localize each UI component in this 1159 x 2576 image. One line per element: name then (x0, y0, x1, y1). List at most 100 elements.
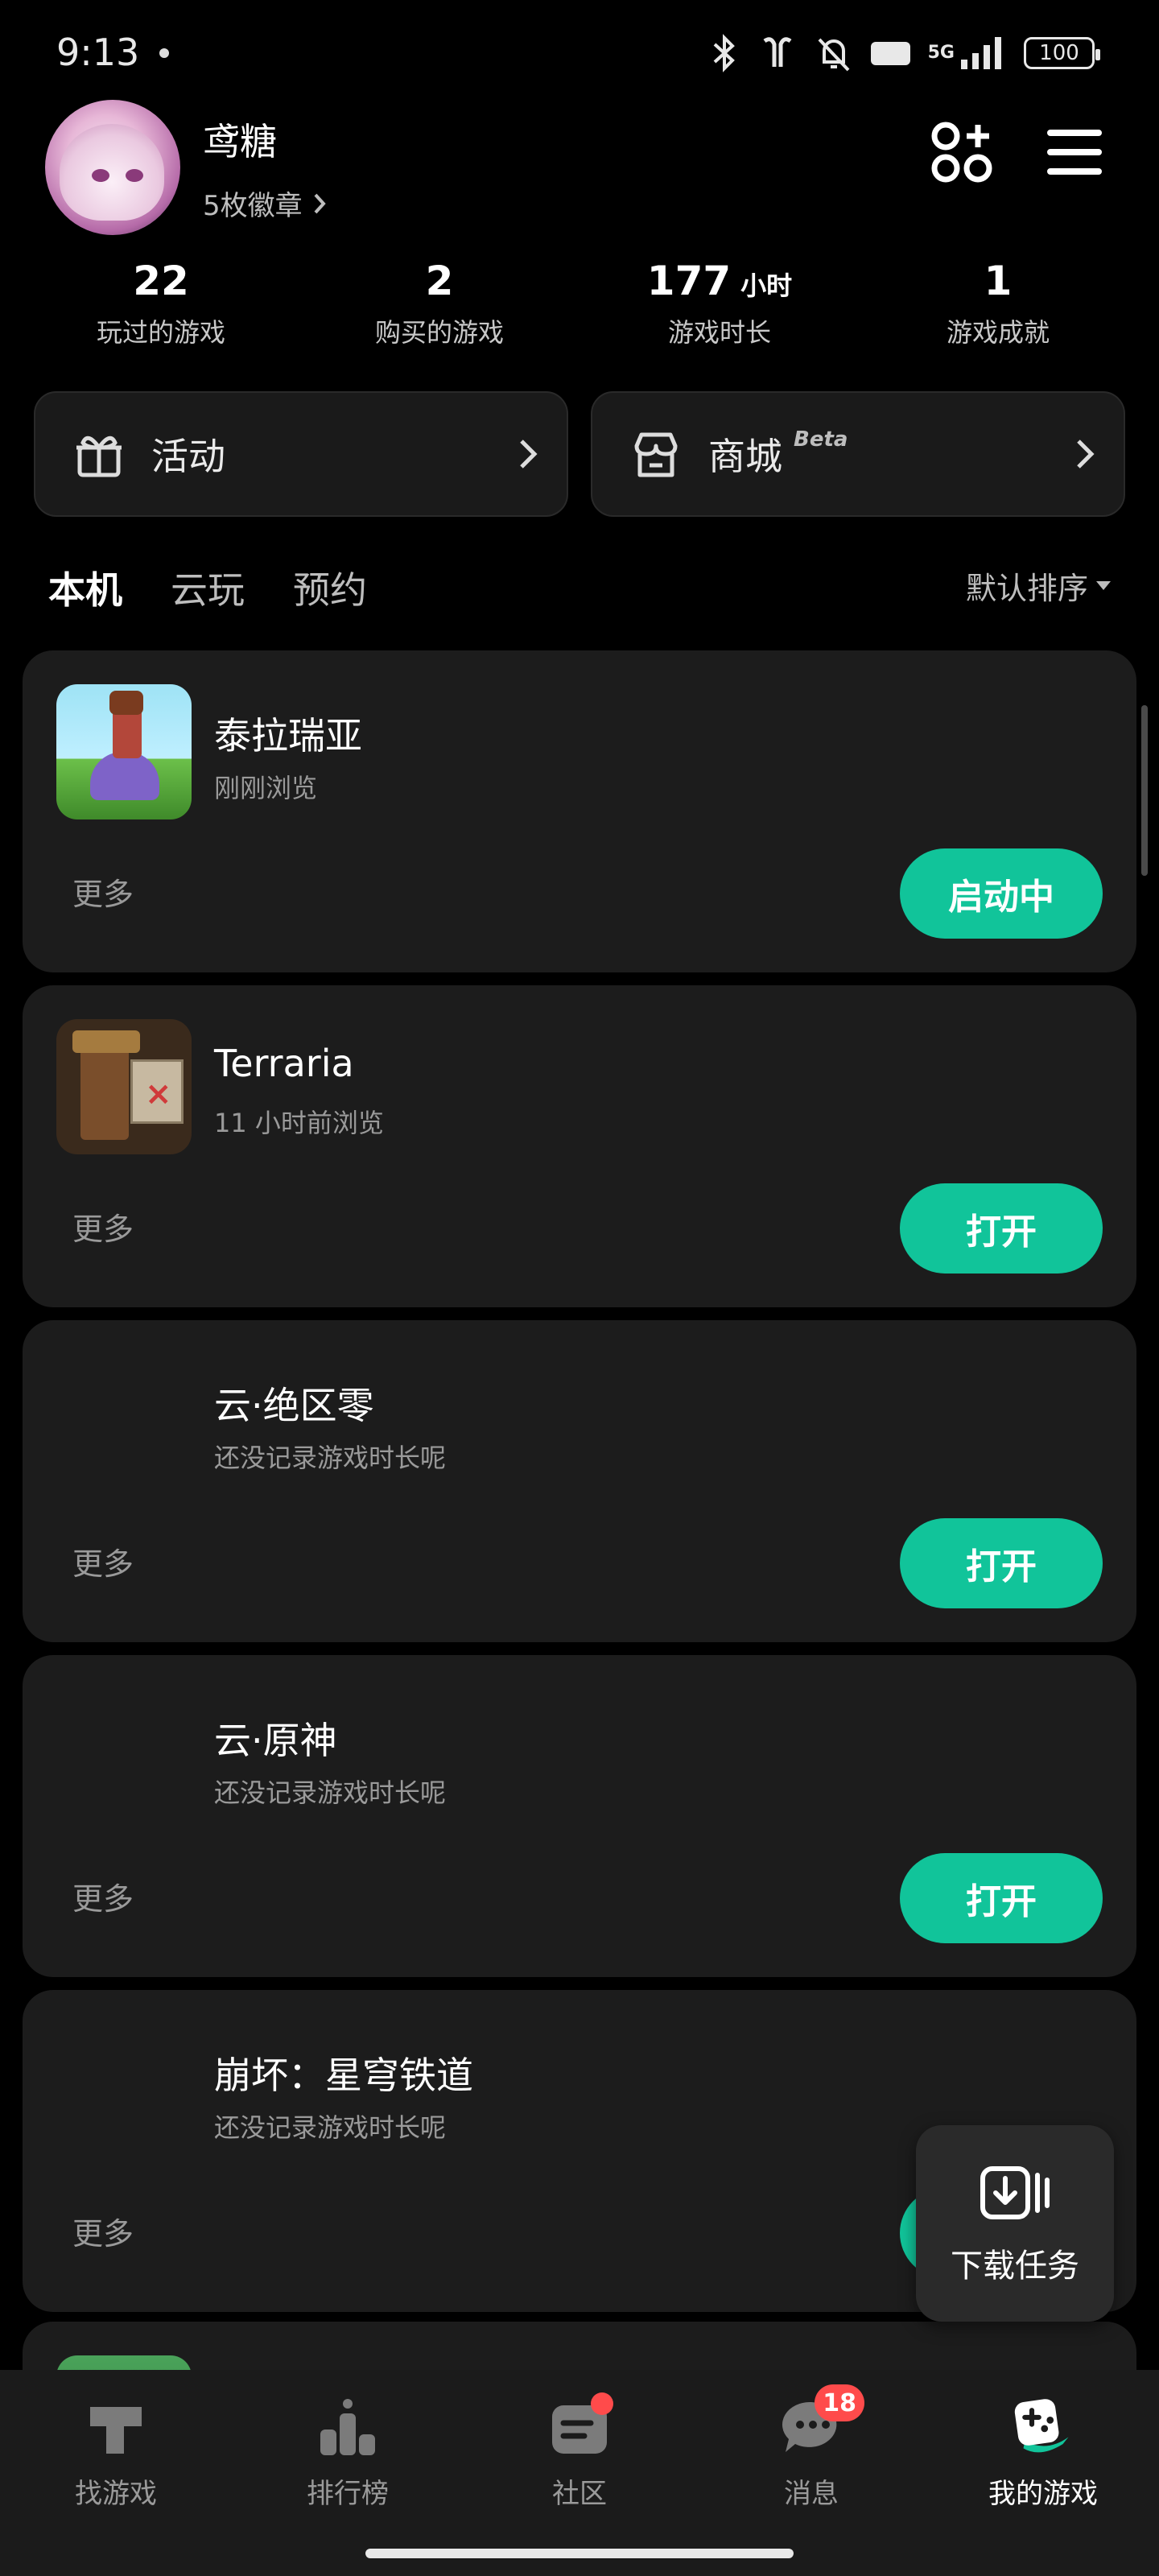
gift-icon (71, 426, 127, 482)
nav-community[interactable]: 社区 (464, 2392, 695, 2511)
game-name: 云·绝区零 (214, 1384, 374, 1427)
badges-link[interactable]: 5枚徽章 (203, 184, 328, 223)
stat-value: 22 (133, 258, 189, 304)
game-tabs: 本机 云玩 预约 (45, 555, 367, 620)
download-icon (980, 2166, 1050, 2219)
more-button[interactable]: 更多 (72, 2209, 134, 2253)
battery-icon: 100 (1024, 37, 1100, 69)
thumb-shape (109, 691, 143, 715)
chevron-right-icon (1077, 440, 1095, 469)
hd-badge: HD (870, 41, 910, 65)
store-card[interactable]: 商城 Beta (591, 391, 1125, 517)
game-subtitle: 刚刚浏览 (214, 773, 318, 803)
chevron-right-icon (314, 193, 326, 213)
notification-dot-icon (159, 48, 169, 58)
tab-reserved[interactable]: 预约 (293, 561, 367, 614)
leaderboard-icon (314, 2394, 382, 2462)
stat-label: 购买的游戏 (374, 317, 504, 348)
game-subtitle: 还没记录游戏时长呢 (214, 2112, 447, 2143)
mini-apps-button[interactable] (926, 116, 998, 188)
bottom-nav: 找游戏 排行榜 社区 18 消息 我的游戏 (0, 2370, 1159, 2576)
game-name: Terraria (214, 1042, 354, 1085)
mute-bell-icon (815, 33, 853, 73)
nav-label: 社区 (552, 2478, 607, 2510)
tab-local[interactable]: 本机 (45, 561, 126, 617)
message-count-badge: 18 (815, 2384, 864, 2421)
more-button[interactable]: 更多 (72, 869, 134, 914)
stat-label: 玩过的游戏 (96, 317, 225, 348)
stat-label: 游戏时长 (667, 317, 771, 348)
beta-tag: Beta (794, 427, 848, 452)
nav-find-game[interactable]: 找游戏 (0, 2394, 232, 2511)
open-button[interactable]: 打开 (900, 1853, 1103, 1943)
nav-label: 排行榜 (307, 2478, 389, 2510)
stat-label: 游戏成就 (946, 317, 1050, 348)
thumb-shape (72, 1030, 140, 1053)
launch-button[interactable]: 启动中 (900, 848, 1103, 939)
nav-label: 找游戏 (75, 2478, 157, 2510)
game-card[interactable]: × Terraria 11 小时前浏览 更多 打开 (23, 985, 1136, 1307)
more-button[interactable]: 更多 (72, 1539, 134, 1583)
activity-label: 活动 (151, 435, 225, 478)
avatar-eye (92, 169, 109, 182)
game-icon-terraria-cn (56, 684, 192, 819)
my-games-icon (1009, 2394, 1077, 2462)
status-time: 9:13 (56, 31, 140, 74)
sort-label: 默认排序 (965, 571, 1088, 606)
stat-value: 177 (646, 258, 732, 304)
download-tasks-button[interactable]: 下载任务 (916, 2125, 1114, 2322)
stat-value: 2 (425, 258, 454, 304)
username[interactable]: 鸢糖 (203, 113, 277, 166)
more-button[interactable]: 更多 (72, 1874, 134, 1918)
hamburger-menu-icon (1047, 130, 1102, 175)
stats-row: 22 玩过的游戏 2 购买的游戏 177 小时 游戏时长 1 游戏成就 (0, 258, 1159, 362)
stat-played-games[interactable]: 22 玩过的游戏 (40, 258, 282, 349)
game-subtitle: 11 小时前浏览 (214, 1108, 384, 1138)
activity-card[interactable]: 活动 (34, 391, 568, 517)
menu-button[interactable] (1038, 116, 1111, 188)
badges-count: 5枚徽章 (203, 190, 303, 222)
earbuds-icon (758, 33, 797, 73)
stat-play-time[interactable]: 177 小时 游戏时长 (599, 258, 840, 349)
signal-icon: 5G (928, 35, 1006, 71)
nav-my-games[interactable]: 我的游戏 (927, 2394, 1159, 2511)
chevron-right-icon (520, 440, 538, 469)
home-indicator[interactable] (365, 2549, 794, 2558)
more-button[interactable]: 更多 (72, 1204, 134, 1249)
game-name: 泰拉瑞亚 (214, 714, 362, 758)
nav-label: 消息 (784, 2478, 839, 2510)
stat-purchased-games[interactable]: 2 购买的游戏 (319, 258, 560, 349)
game-icon-terraria: × (56, 1019, 192, 1154)
status-icons: HD 5G 100 (708, 29, 1100, 77)
scrollbar[interactable] (1141, 705, 1148, 876)
game-name: 云·原神 (214, 1719, 337, 1762)
avatar[interactable] (45, 100, 180, 235)
store-icon (628, 426, 684, 482)
nav-leaderboard[interactable]: 排行榜 (232, 2394, 464, 2511)
message-icon: 18 (777, 2384, 864, 2462)
stat-unit: 小时 (740, 270, 793, 301)
thumb-shape (90, 752, 159, 800)
sort-dropdown[interactable]: 默认排序 (966, 564, 1111, 608)
tab-cloud[interactable]: 云玩 (171, 561, 245, 614)
game-subtitle: 还没记录游戏时长呢 (214, 1443, 447, 1473)
caret-down-icon (1096, 581, 1111, 590)
open-button[interactable]: 打开 (900, 1183, 1103, 1274)
nav-messages[interactable]: 18 消息 (695, 2384, 927, 2511)
game-card[interactable]: 云·原神 还没记录游戏时长呢 更多 打开 (23, 1655, 1136, 1977)
store-label: 商城 (708, 435, 782, 478)
community-icon (546, 2392, 613, 2462)
apps-plus-icon (931, 122, 992, 183)
game-card[interactable]: 云·绝区零 还没记录游戏时长呢 更多 打开 (23, 1320, 1136, 1642)
open-button[interactable]: 打开 (900, 1518, 1103, 1608)
network-type: 5G (927, 43, 955, 63)
avatar-eye (126, 169, 143, 182)
game-card[interactable]: 泰拉瑞亚 刚刚浏览 更多 启动中 (23, 650, 1136, 972)
avatar-hair (60, 124, 164, 221)
thumb-shape (80, 1043, 129, 1140)
notification-dot (591, 2392, 613, 2415)
stat-achievements[interactable]: 1 游戏成就 (877, 258, 1119, 349)
game-subtitle: 还没记录游戏时长呢 (214, 1777, 447, 1808)
status-bar: 9:13 HD 5G 100 (0, 0, 1159, 105)
stat-value: 1 (984, 258, 1013, 304)
